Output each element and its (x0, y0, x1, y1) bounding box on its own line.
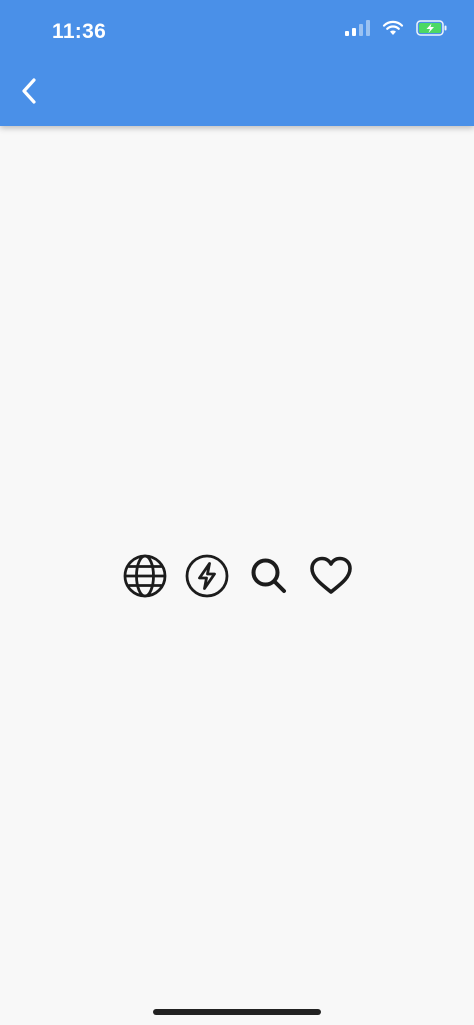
cellular-signal-icon (345, 20, 370, 36)
search-icon (246, 553, 292, 599)
icon-row (122, 552, 354, 600)
home-indicator[interactable] (153, 1009, 321, 1015)
back-button[interactable] (12, 74, 46, 108)
chevron-left-icon (22, 78, 36, 104)
globe-icon (122, 553, 168, 599)
heart-icon (308, 553, 354, 599)
wifi-icon (382, 20, 404, 35)
flash-icon (184, 553, 230, 599)
status-icons (345, 20, 448, 36)
battery-charging-icon (416, 20, 447, 36)
status-time: 11:36 (52, 20, 107, 43)
app-bar: 11:36 (0, 0, 474, 126)
